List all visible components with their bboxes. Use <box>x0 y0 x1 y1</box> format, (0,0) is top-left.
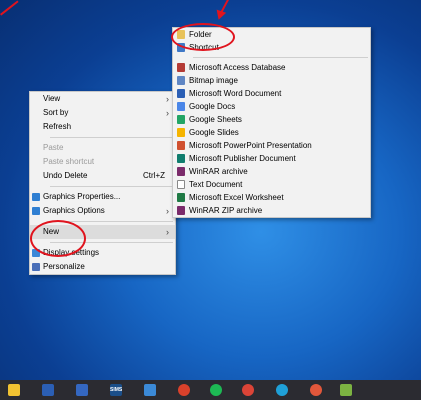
menu-item-graphics-properties[interactable]: Graphics Properties... <box>30 190 175 204</box>
submenu-item-access[interactable]: Microsoft Access Database <box>173 61 370 74</box>
submenu-item-label: Microsoft PowerPoint Presentation <box>189 141 312 150</box>
menu-item-undo-delete[interactable]: Undo Delete Ctrl+Z <box>30 169 175 183</box>
submenu-item-label: Microsoft Word Document <box>189 89 282 98</box>
menu-item-label: Undo Delete <box>43 171 88 180</box>
personalize-icon <box>32 263 40 271</box>
desktop[interactable]: View › Sort by › Refresh Paste Paste sho… <box>0 0 421 380</box>
text-document-icon <box>177 180 185 189</box>
word-icon[interactable] <box>42 384 54 396</box>
annotation-line-top-left <box>0 0 19 16</box>
spotify-icon[interactable] <box>210 384 222 396</box>
submenu-item-label: Microsoft Excel Worksheet <box>189 193 284 202</box>
menu-item-paste-shortcut[interactable]: Paste shortcut <box>30 155 175 169</box>
submenu-item-label: Google Slides <box>189 128 239 137</box>
access-icon <box>177 63 185 72</box>
folder-icon <box>177 30 185 39</box>
google-sheets-icon <box>177 115 185 124</box>
menu-item-label: Graphics Options <box>43 206 105 215</box>
chrome-icon[interactable] <box>242 384 254 396</box>
menu-item-label: Personalize <box>43 262 85 271</box>
submenu-item-label: Google Sheets <box>189 115 242 124</box>
submenu-item-folder[interactable]: Folder <box>173 28 370 41</box>
google-docs-icon <box>177 102 185 111</box>
powerpoint-icon <box>177 141 185 150</box>
submenu-item-powerpoint[interactable]: Microsoft PowerPoint Presentation <box>173 139 370 152</box>
submenu-item-label: WinRAR archive <box>189 167 248 176</box>
sims-label: SIMS <box>110 387 123 393</box>
new-submenu: Folder Shortcut Microsoft Access Databas… <box>172 27 371 218</box>
submenu-item-bitmap[interactable]: Bitmap image <box>173 74 370 87</box>
edge-icon[interactable] <box>276 384 288 396</box>
menu-item-paste[interactable]: Paste <box>30 141 175 155</box>
submenu-item-excel[interactable]: Microsoft Excel Worksheet <box>173 191 370 204</box>
submenu-item-google-sheets[interactable]: Google Sheets <box>173 113 370 126</box>
shortcut-icon <box>177 43 185 52</box>
menu-item-label: View <box>43 94 61 103</box>
menu-item-label: Sort by <box>43 108 69 117</box>
winrar-icon <box>177 167 185 176</box>
menu-item-label: Display settings <box>43 248 100 257</box>
menu-item-view[interactable]: View › <box>30 92 175 106</box>
chrome-icon-2[interactable] <box>310 384 322 396</box>
menu-item-new[interactable]: New › <box>30 225 175 239</box>
menu-item-refresh[interactable]: Refresh <box>30 120 175 134</box>
menu-item-graphics-options[interactable]: Graphics Options › <box>30 204 175 218</box>
submenu-item-winrar-zip[interactable]: WinRAR ZIP archive <box>173 204 370 217</box>
submenu-item-google-docs[interactable]: Google Docs <box>173 100 370 113</box>
menu-item-display-settings[interactable]: Display settings <box>30 246 175 260</box>
file-explorer-icon[interactable] <box>8 384 20 396</box>
chevron-right-icon: › <box>166 108 169 118</box>
taskbar: SIMS <box>0 380 421 400</box>
submenu-item-winrar[interactable]: WinRAR archive <box>173 165 370 178</box>
word-icon <box>177 89 185 98</box>
submenu-item-label: Microsoft Publisher Document <box>189 154 296 163</box>
submenu-item-label: Google Docs <box>189 102 236 111</box>
submenu-item-label: Text Document <box>189 180 243 189</box>
display-icon <box>32 249 40 257</box>
menu-item-label: Paste <box>43 143 64 152</box>
menu-separator <box>50 221 173 222</box>
android-studio-icon[interactable] <box>340 384 352 396</box>
bitmap-icon <box>177 76 185 85</box>
excel-icon <box>177 193 185 202</box>
submenu-item-word[interactable]: Microsoft Word Document <box>173 87 370 100</box>
publisher-icon <box>177 154 185 163</box>
menu-item-sort-by[interactable]: Sort by › <box>30 106 175 120</box>
graphics-icon <box>32 193 40 201</box>
menu-item-label: Graphics Properties... <box>43 192 121 201</box>
menu-separator <box>50 186 173 187</box>
chevron-right-icon: › <box>166 94 169 104</box>
graphics-icon <box>32 207 40 215</box>
app-icon[interactable] <box>178 384 190 396</box>
winrar-zip-icon <box>177 206 185 215</box>
submenu-item-label: Bitmap image <box>189 76 238 85</box>
chevron-right-icon: › <box>166 206 169 216</box>
submenu-item-label: WinRAR ZIP archive <box>189 206 263 215</box>
google-slides-icon <box>177 128 185 137</box>
submenu-item-publisher[interactable]: Microsoft Publisher Document <box>173 152 370 165</box>
submenu-item-label: Microsoft Access Database <box>189 63 286 72</box>
menu-item-label: Paste shortcut <box>43 157 95 166</box>
menu-separator <box>50 137 173 138</box>
submenu-item-text-document[interactable]: Text Document <box>173 178 370 191</box>
submenu-item-shortcut[interactable]: Shortcut <box>173 41 370 54</box>
menu-item-label: Refresh <box>43 122 72 131</box>
submenu-item-google-slides[interactable]: Google Slides <box>173 126 370 139</box>
submenu-item-label: Shortcut <box>189 43 219 52</box>
sims-icon[interactable]: SIMS <box>110 384 122 396</box>
menu-item-shortcut: Ctrl+Z <box>143 171 165 180</box>
chevron-right-icon: › <box>166 227 169 237</box>
menu-item-personalize[interactable]: Personalize <box>30 260 175 274</box>
menu-item-label: New <box>43 227 60 236</box>
desktop-context-menu: View › Sort by › Refresh Paste Paste sho… <box>29 91 176 275</box>
edit-icon[interactable] <box>144 384 156 396</box>
menu-separator <box>193 57 368 58</box>
annotation-arrowhead <box>213 9 227 22</box>
word-icon-2[interactable] <box>76 384 88 396</box>
menu-separator <box>50 242 173 243</box>
submenu-item-label: Folder <box>189 30 212 39</box>
